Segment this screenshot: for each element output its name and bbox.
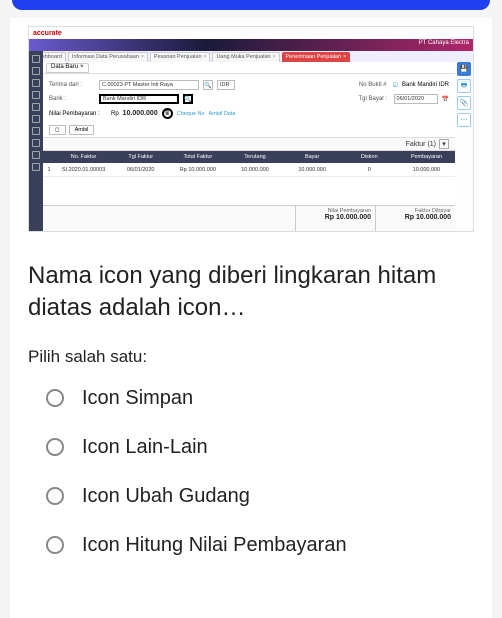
print-icon[interactable]: 🖶 bbox=[457, 79, 471, 93]
bank-input[interactable]: Bank Mandiri IDR bbox=[99, 94, 179, 104]
btn-ambil[interactable]: Ambil bbox=[69, 125, 95, 135]
close-icon[interactable]: × bbox=[343, 53, 346, 62]
app-logo: accurate bbox=[33, 30, 62, 37]
nilai-label: Nilai Pembayaran : bbox=[49, 111, 107, 117]
top-banner bbox=[12, 0, 490, 10]
instruction-text: Pilih salah satu: bbox=[28, 347, 474, 367]
main-tabs: Dashboard Informasi Data Perusahaan× Pes… bbox=[29, 51, 473, 62]
checkbox-icon[interactable]: ☑ bbox=[393, 82, 398, 89]
left-sidebar bbox=[29, 51, 43, 231]
bank-label: Bank : bbox=[49, 96, 95, 102]
currency-input[interactable]: IDR bbox=[217, 80, 235, 90]
footer-totals: Nilai PembayaranRp 10.000.000 Faktur Dib… bbox=[43, 205, 455, 231]
sidebar-icon[interactable] bbox=[32, 79, 40, 87]
sidebar-icon[interactable] bbox=[32, 103, 40, 111]
search-icon[interactable]: 🔍 bbox=[183, 94, 193, 104]
nobukti-value: Bank Mandiri IDR bbox=[402, 82, 449, 88]
sub-tabs: Data Baru× bbox=[43, 62, 455, 74]
sidebar-icon[interactable] bbox=[32, 67, 40, 75]
screenshot: accurate PT Cahaya Electra Dashboard Inf… bbox=[28, 26, 474, 232]
terima-input[interactable]: C.00023 PT Master Inti Raya bbox=[99, 80, 199, 90]
sidebar-icon[interactable] bbox=[32, 55, 40, 63]
radio-icon[interactable] bbox=[46, 389, 64, 407]
attach-icon[interactable]: 📎 bbox=[457, 96, 471, 110]
question-text: Nama icon yang diberi lingkaran hitam di… bbox=[28, 260, 474, 325]
sidebar-icon[interactable] bbox=[32, 151, 40, 159]
sidebar-icon[interactable] bbox=[32, 127, 40, 135]
tab-uangmuka[interactable]: Uang Muka Penjualan× bbox=[212, 52, 279, 62]
radio-icon[interactable] bbox=[46, 536, 64, 554]
option-label: Icon Lain-Lain bbox=[82, 436, 208, 459]
nilai-cur: Rp bbox=[111, 111, 119, 117]
faktur-label: Faktur (1)▾ bbox=[406, 139, 449, 149]
close-icon[interactable]: × bbox=[141, 53, 144, 62]
btn-blank[interactable]: ◻ bbox=[49, 125, 66, 135]
option-label: Icon Hitung Nilai Pembayaran bbox=[82, 534, 347, 557]
tab-info[interactable]: Informasi Data Perusahaan× bbox=[68, 52, 148, 62]
tgl-input[interactable]: 06/01/2020 bbox=[394, 94, 438, 104]
save-icon[interactable]: 💾 bbox=[457, 62, 471, 76]
option-4[interactable]: Icon Hitung Nilai Pembayaran bbox=[28, 534, 474, 557]
nobukti-label: No Bukti # bbox=[359, 82, 387, 88]
subtab-databaru[interactable]: Data Baru× bbox=[46, 63, 89, 73]
search-icon[interactable]: 🔍 bbox=[203, 80, 213, 90]
table-header: No. FakturTgl FakturTotal FakturTerutang… bbox=[43, 151, 455, 163]
more-icon[interactable]: ⋯ bbox=[457, 113, 471, 127]
hitung-nilai-icon[interactable]: 🖩 bbox=[162, 108, 173, 119]
option-2[interactable]: Icon Lain-Lain bbox=[28, 436, 474, 459]
chevron-down-icon[interactable]: ▾ bbox=[439, 139, 449, 149]
cheque-link[interactable]: Cheque No bbox=[177, 111, 205, 117]
option-1[interactable]: Icon Simpan bbox=[28, 387, 474, 410]
right-sidebar: 💾 🖶 📎 ⋯ bbox=[455, 62, 473, 127]
calendar-icon[interactable]: 📅 bbox=[442, 96, 449, 103]
tab-penerimaan[interactable]: Penerimaan Penjualan× bbox=[282, 52, 351, 62]
ambil-link[interactable]: Ambil Data bbox=[209, 111, 236, 117]
terima-label: Terima dari : bbox=[49, 82, 95, 88]
tgl-label: Tgl Bayar : bbox=[359, 96, 388, 102]
company-name: PT Cahaya Electra bbox=[419, 40, 469, 46]
app-header: PT Cahaya Electra bbox=[29, 39, 473, 51]
quiz-card: accurate PT Cahaya Electra Dashboard Inf… bbox=[10, 18, 492, 618]
sidebar-icon[interactable] bbox=[32, 91, 40, 99]
close-icon[interactable]: × bbox=[204, 53, 207, 62]
option-label: Icon Ubah Gudang bbox=[82, 485, 250, 508]
form-body: Data Baru× Terima dari : C.00023 PT Mast… bbox=[43, 62, 455, 231]
sidebar-icon[interactable] bbox=[32, 139, 40, 147]
table-row[interactable]: 1SI.2020.01.0000306/01/2020Rp 10.000.000… bbox=[43, 163, 455, 177]
option-label: Icon Simpan bbox=[82, 387, 193, 410]
app-titlebar: accurate bbox=[29, 27, 473, 39]
nilai-amount: 10.000.000 bbox=[123, 110, 158, 117]
radio-icon[interactable] bbox=[46, 438, 64, 456]
option-3[interactable]: Icon Ubah Gudang bbox=[28, 485, 474, 508]
tab-pesanan[interactable]: Pesanan Penjualan× bbox=[150, 52, 211, 62]
sidebar-icon[interactable] bbox=[32, 163, 40, 171]
close-icon[interactable]: × bbox=[273, 53, 276, 62]
sidebar-icon[interactable] bbox=[32, 115, 40, 123]
radio-icon[interactable] bbox=[46, 487, 64, 505]
close-icon[interactable]: × bbox=[80, 63, 84, 72]
